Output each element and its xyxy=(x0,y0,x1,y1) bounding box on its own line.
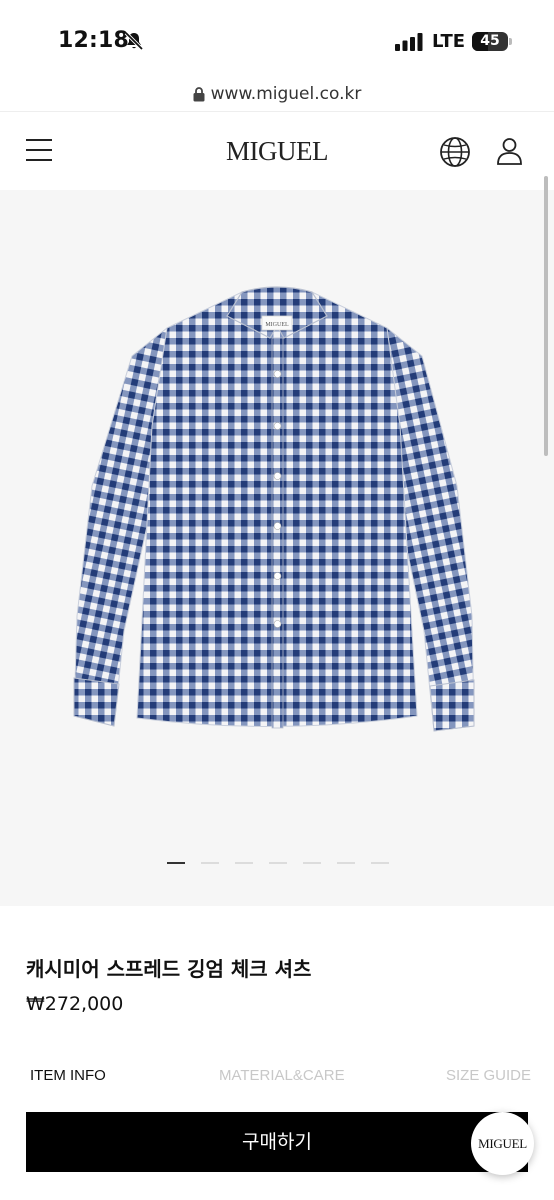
product-image[interactable]: MIGUEL xyxy=(72,286,482,746)
network-type: LTE xyxy=(432,31,466,52)
gallery-dot[interactable] xyxy=(371,862,389,864)
gallery-dot[interactable] xyxy=(167,862,185,864)
gallery-dot[interactable] xyxy=(337,862,355,864)
battery-icon: 45 xyxy=(472,32,508,51)
globe-icon[interactable] xyxy=(439,136,471,168)
bell-slash-icon xyxy=(124,31,144,51)
product-info-tabs: ITEM INFO MATERIAL&CARE SIZE GUIDE xyxy=(0,1067,554,1091)
browser-url-bar[interactable]: www.miguel.co.kr xyxy=(0,80,554,112)
chat-badge-button[interactable]: MIGUEL xyxy=(471,1112,534,1175)
signal-icon xyxy=(395,33,423,51)
status-time: 12:18 xyxy=(58,28,130,53)
url-text[interactable]: www.miguel.co.kr xyxy=(211,84,362,104)
site-header: MIGUEL xyxy=(0,112,554,190)
gallery-pagination xyxy=(167,862,389,864)
page-scrollbar[interactable] xyxy=(544,176,548,456)
battery-level: 45 xyxy=(480,33,500,49)
gallery-dot[interactable] xyxy=(303,862,321,864)
gallery-dot[interactable] xyxy=(269,862,287,864)
shirt-label-text: MIGUEL xyxy=(265,322,289,328)
product-title: 캐시미어 스프레드 깅엄 체크 셔츠 xyxy=(26,957,312,981)
product-image-gallery[interactable]: MIGUEL xyxy=(0,190,554,906)
lock-icon xyxy=(193,86,205,101)
battery-tip xyxy=(509,38,512,45)
tab-item-info[interactable]: ITEM INFO xyxy=(30,1067,106,1084)
gallery-dot[interactable] xyxy=(235,862,253,864)
user-icon[interactable] xyxy=(496,137,523,165)
status-bar: 12:18 LTE 45 xyxy=(0,0,554,80)
tab-size-guide[interactable]: SIZE GUIDE xyxy=(446,1067,531,1084)
buy-button[interactable]: 구매하기 xyxy=(26,1112,528,1172)
tab-material-care[interactable]: MATERIAL&CARE xyxy=(219,1067,345,1084)
product-price: ₩272,000 xyxy=(26,993,124,1015)
gallery-dot[interactable] xyxy=(201,862,219,864)
